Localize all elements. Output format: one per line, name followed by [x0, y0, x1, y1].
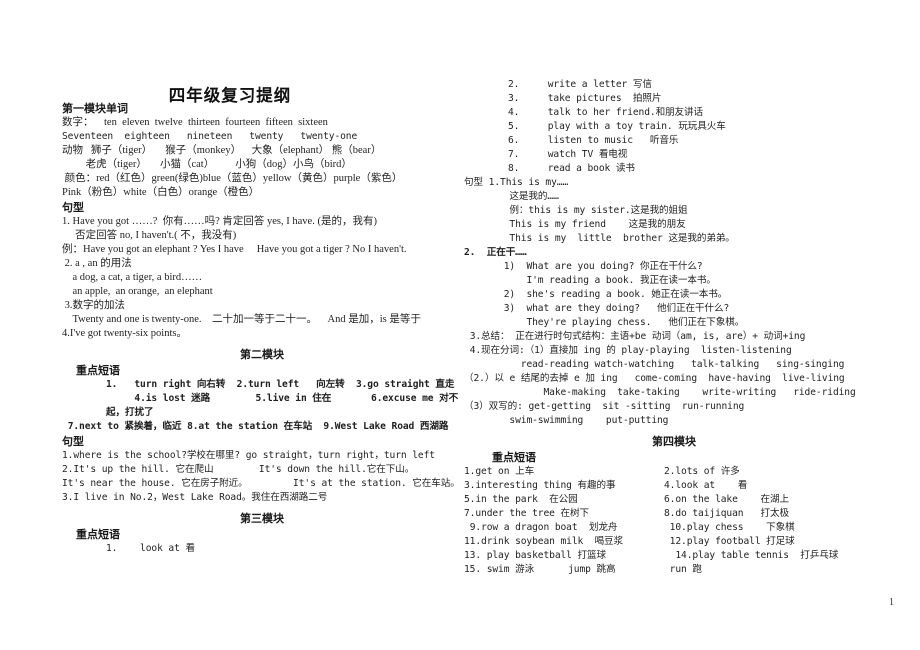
- module2-sentence-heading: 句型: [62, 435, 84, 448]
- module1-sentence-3-line2: Twenty and one is twenty-one. 二十加一等于二十一。…: [62, 314, 421, 325]
- table-row: 3.interesting thing 有趣的事 4.look at 看: [464, 479, 884, 493]
- title-spacer-2: [62, 92, 462, 101]
- phrase-left: 1.get on 上车: [464, 466, 535, 477]
- module2-heading: 第二模块: [240, 348, 284, 361]
- module1-heading: 第一模块单词: [62, 102, 128, 115]
- table-row: 15. swim 游泳 jump 跳高 run 跑: [464, 563, 884, 577]
- module2-sentence-line2: 2.It's up the hill. 它在爬山 It's down the h…: [62, 464, 415, 475]
- title-spacer: [62, 78, 462, 92]
- module3-phrase-item: 8. read a book 读书: [508, 163, 635, 174]
- phrase-left: 9.row a dragon boat 划龙舟: [464, 522, 618, 533]
- module3-phrase-line1: 1. look at 看: [106, 543, 195, 554]
- module4-phrases-heading: 重点短语: [492, 451, 536, 464]
- module2-phrase-line2: 4.is lost 迷路 5.live in 住在 6.excuse me 对不…: [106, 393, 459, 418]
- module3-phrase-item: 5. play with a toy train. 玩玩具火车: [508, 121, 726, 132]
- module2-phrases-heading: 重点短语: [76, 364, 120, 377]
- module3-summary-line: 3.总结： 正在进行时句式结构：主语+be 动词（am, is, are）+ 动…: [464, 331, 806, 342]
- module3-phrase-item: 7. watch TV 看电视: [508, 149, 628, 160]
- phrase-right: 12.play football 打足球: [664, 536, 795, 547]
- phrase-left: 15. swim 游泳 jump 跳高: [464, 564, 616, 575]
- document-page: 四年级复习提纲 第一模块单词 数字： ten eleven twelve thi…: [0, 0, 920, 650]
- phrase-left: 5.in the park 在公园: [464, 494, 578, 505]
- module1-sentence-1-example: 例：Have you got an elephant ? Yes I have …: [62, 244, 407, 255]
- phrase-right: 4.look at 看: [664, 480, 748, 491]
- module3-sentence-1-line1: 句型 1.This is my……: [464, 177, 569, 188]
- module2-phrase-line3: 7.next to 紧挨着，临近 8.at the station 在车站 9.…: [62, 421, 449, 432]
- module3-participle-rule3-line2: swim-swimming put-putting: [464, 415, 669, 426]
- module3-sentence-2-line2: I'm reading a book. 我正在读一本书。: [464, 275, 716, 286]
- module1-numbers-line2: Seventeen eighteen nineteen twenty twent…: [62, 131, 358, 142]
- phrase-right: 6.on the lake 在湖上: [664, 494, 789, 505]
- module1-sentence-2-line1: 2. a , an 的用法: [62, 258, 132, 269]
- module1-sentence-1-line2: 否定回答 no, I haven't.( 不，我没有): [62, 230, 237, 241]
- phrase-right: 8.do taijiquan 打太极: [664, 508, 789, 519]
- module3-phrases-heading: 重点短语: [76, 528, 120, 541]
- module1-numbers-line1: 数字： ten eleven twelve thirteen fourteen …: [62, 117, 328, 128]
- module1-sentence-4-line1: 4.I've got twenty-six points。: [62, 328, 187, 339]
- module3-phrase-item: 6. listen to music 听音乐: [508, 135, 679, 146]
- module1-sentence-3-line1: 3.数字的加法: [62, 300, 125, 311]
- table-row: 1.get on 上车 2.lots of 许多: [464, 465, 884, 479]
- table-row: 11.drink soybean milk 喝豆浆 12.play footba…: [464, 535, 884, 549]
- module2-sentence-line4: 3.I live in No.2，West Lake Road。我住在西湖路二号: [62, 492, 328, 503]
- module3-phrase-item: 3. take pictures 拍照片: [508, 93, 662, 104]
- left-column: 第一模块单词 数字： ten eleven twelve thirteen fo…: [62, 78, 462, 556]
- module2-sentence-line3: It's near the house. 它在房子附近。 It's at the…: [62, 478, 460, 489]
- module3-sentence-1-line3: 例：this is my sister.这是我的姐姐: [464, 205, 688, 216]
- phrase-right: 2.lots of 许多: [664, 466, 740, 477]
- table-row: 9.row a dragon boat 划龙舟 10.play chess 下象…: [464, 521, 884, 535]
- module3-sentence-2-line3: 2) she's reading a book. 她正在读一本书。: [464, 289, 728, 300]
- module3-participle-line2: read-reading watch-watching talk-talking…: [464, 359, 845, 370]
- right-column: 2. write a letter 写信 3. take pictures 拍照…: [464, 78, 884, 577]
- module2-phrase-line1: 1. turn right 向右转 2.turn left 向左转 3.go s…: [106, 379, 455, 390]
- module3-participle-line1: 4.现在分词:（1）直接加 ing 的 play-playing listen-…: [464, 345, 792, 356]
- module3-participle-rule3-line1: （3）双写的: get-getting sit -sitting run-run…: [464, 401, 745, 412]
- module1-colors-line1: 颜色：red（红色）green(绿色)blue（蓝色）yellow（黄色）pur…: [62, 173, 403, 184]
- module3-participle-rule2-line2: Make-making take-taking write-writing ri…: [464, 387, 856, 398]
- module3-sentence-2-line5: They're playing chess. 他们正在下象棋。: [464, 317, 745, 328]
- module3-heading: 第三模块: [240, 512, 284, 525]
- module3-phrase-item: 2. write a letter 写信: [508, 79, 652, 90]
- module1-colors-line2: Pink（粉色）white（白色）orange（橙色）: [62, 187, 260, 198]
- phrase-left: 11.drink soybean milk 喝豆浆: [464, 536, 624, 547]
- module1-animals-line2: 老虎（tiger） 小猫（cat） 小狗（dog）小鸟（bird）: [62, 159, 352, 170]
- table-row: 7.under the tree 在树下 8.do taijiquan 打太极: [464, 507, 884, 521]
- module1-sentence-1-line1: 1. Have you got ……? 你有……吗? 肯定回答 yes, I h…: [62, 216, 377, 227]
- table-row: 13. play basketball 打篮球 14.play table te…: [464, 549, 884, 563]
- module4-heading: 第四模块: [652, 435, 696, 448]
- page-number: 1: [889, 597, 894, 608]
- module3-sentence-1-line2: 这是我的……: [464, 191, 559, 202]
- phrase-left: 13. play basketball 打篮球: [464, 550, 606, 561]
- module3-sentence-2-line4: 3) what are they doing? 他们正在干什么?: [464, 303, 730, 314]
- table-row: 5.in the park 在公园 6.on the lake 在湖上: [464, 493, 884, 507]
- module3-sentence-2-heading: 2. 正在干……: [464, 247, 527, 258]
- module3-sentence-1-line5: This is my little brother 这是我的弟弟。: [464, 233, 735, 244]
- phrase-right: 14.play table tennis 打乒乓球: [664, 550, 839, 561]
- phrase-left: 7.under the tree 在树下: [464, 508, 589, 519]
- phrase-right: 10.play chess 下象棋: [664, 522, 795, 533]
- module3-sentence-1-line4: This is my friend 这是我的朋友: [464, 219, 686, 230]
- module3-phrase-item: 4. talk to her friend.和朋友讲话: [508, 107, 704, 118]
- module3-sentence-2-line1: 1) What are you doing? 你正在干什么?: [464, 261, 703, 272]
- module1-sentence-heading: 句型: [62, 201, 84, 214]
- phrase-right: run 跑: [664, 564, 702, 575]
- module1-sentence-2-line3: an apple, an orange, an elephant: [62, 286, 213, 297]
- module1-sentence-2-line2: a dog, a cat, a tiger, a bird……: [62, 272, 203, 283]
- module2-sentence-line1: 1.where is the school?学校在哪里? go straight…: [62, 450, 435, 461]
- phrase-left: 3.interesting thing 有趣的事: [464, 480, 616, 491]
- module4-phrase-table: 1.get on 上车 2.lots of 许多 3.interesting th…: [464, 465, 884, 577]
- module3-participle-rule2-line1: （2.）以 e 结尾的去掉 e 加 ing come-coming have-h…: [464, 373, 845, 384]
- module1-animals-line1: 动物 狮子（tiger） 猴子（monkey） 大象（elephant） 熊（b…: [62, 145, 382, 156]
